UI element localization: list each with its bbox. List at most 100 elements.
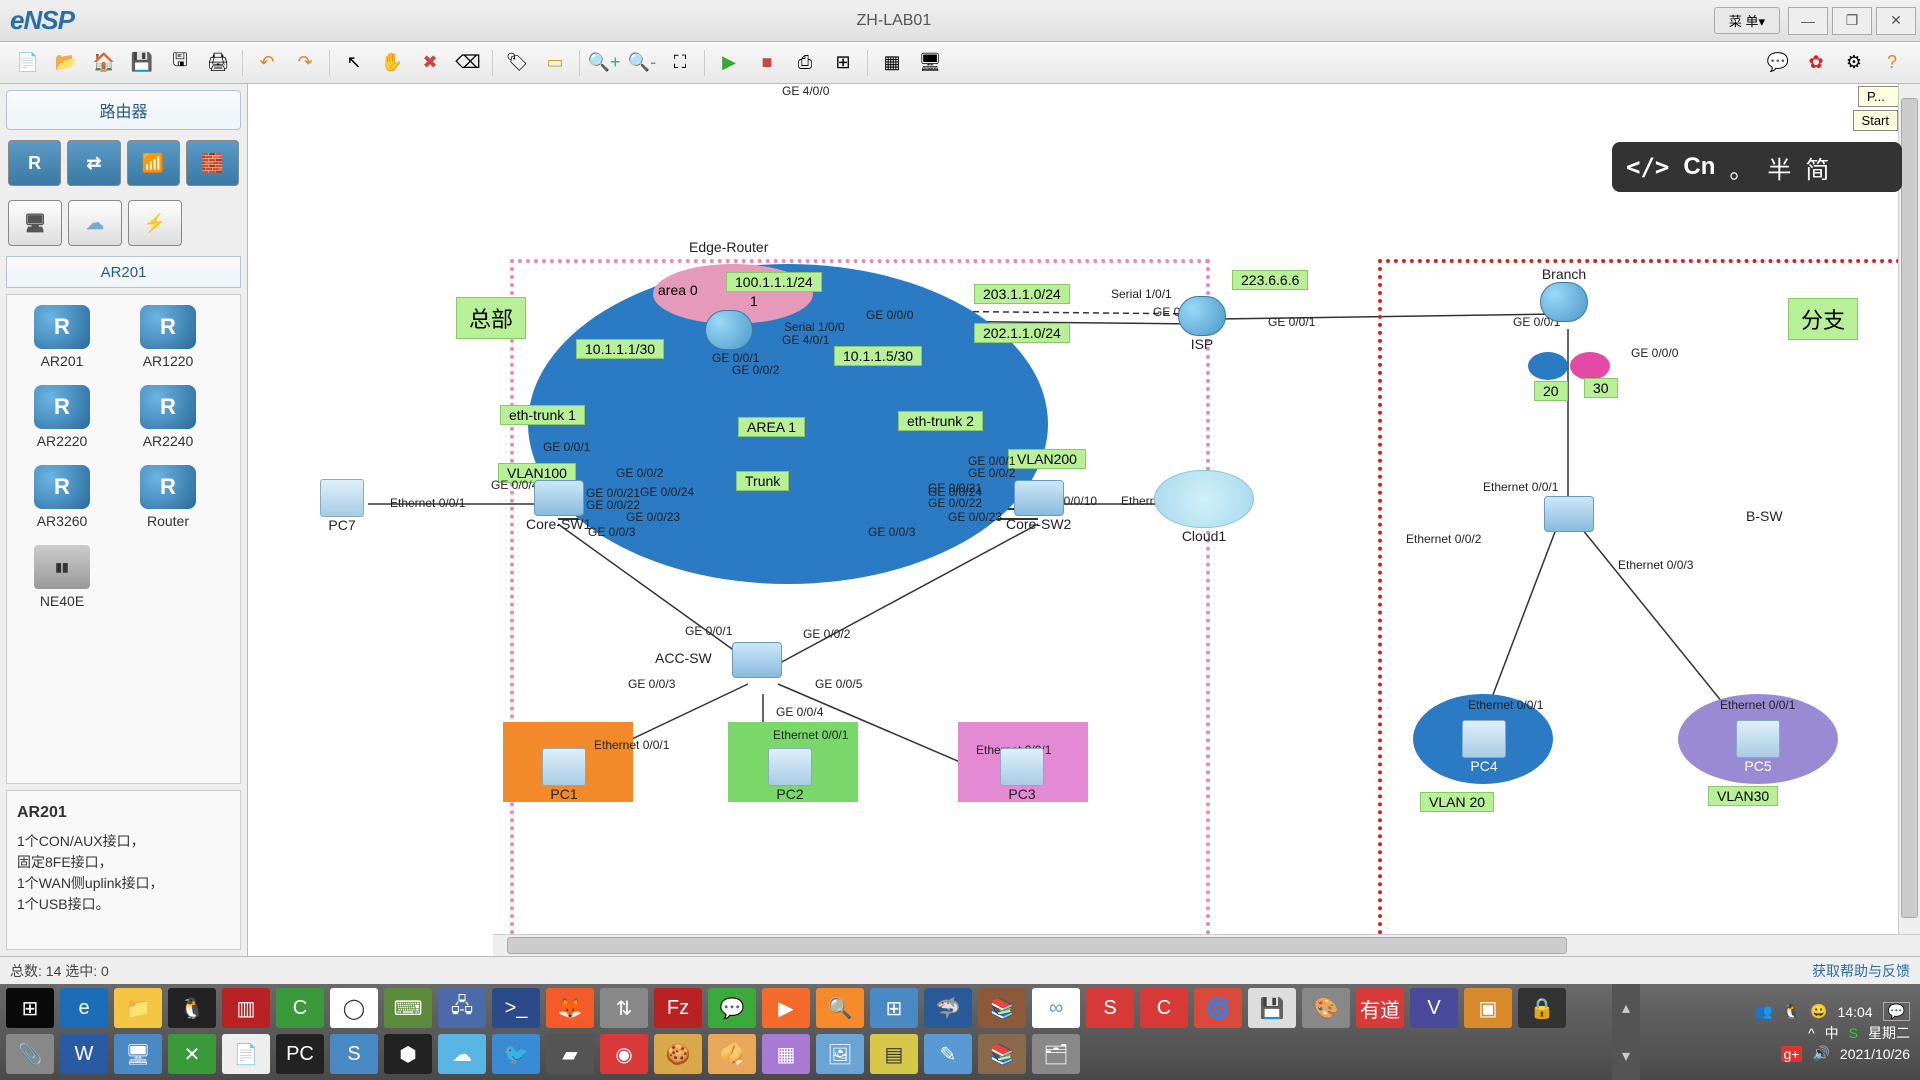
select-tool[interactable]: ↖	[336, 47, 372, 79]
device-item[interactable]: RAR201	[17, 305, 107, 369]
calc-icon[interactable]: ▤	[870, 1034, 918, 1074]
maximize-button[interactable]: ❐	[1832, 7, 1872, 35]
device-item[interactable]: RAR3260	[17, 465, 107, 529]
app-icon[interactable]: C	[1140, 988, 1188, 1028]
text-tool[interactable]: 🏷	[499, 47, 535, 79]
horizontal-scrollbar[interactable]	[493, 934, 1920, 956]
app-icon[interactable]: 🖼	[816, 1034, 864, 1074]
cloud-icon[interactable]: ☁	[438, 1034, 486, 1074]
isp-node[interactable]: ISP	[1178, 296, 1226, 352]
cat-wlan-icon[interactable]: 📶	[127, 140, 180, 186]
stop-button[interactable]: ■	[749, 47, 785, 79]
app-icon[interactable]: ✎	[924, 1034, 972, 1074]
app-icon[interactable]: 🗂	[1032, 1034, 1080, 1074]
display-button[interactable]: 🖥	[912, 47, 948, 79]
start-button[interactable]: ▶	[711, 47, 747, 79]
fit-button[interactable]: ⛶	[662, 47, 698, 79]
app-icon[interactable]: 🎨	[1302, 988, 1350, 1028]
xshell-icon[interactable]: ⌨	[384, 988, 432, 1028]
ime-bar[interactable]: </> Cn 。 半 简	[1612, 142, 1902, 192]
device-item[interactable]: ▮▮NE40E	[17, 545, 107, 609]
pc2-node[interactable]: PC2	[768, 748, 812, 802]
app-icon[interactable]: 💾	[1248, 988, 1296, 1028]
cat-firewall-icon[interactable]: 🧱	[186, 140, 239, 186]
securecrt-icon[interactable]: 🖧	[438, 988, 486, 1028]
zoom-out-button[interactable]: 🔍-	[624, 47, 660, 79]
app-icon[interactable]: 🌀	[1194, 988, 1242, 1028]
app-icon[interactable]: ⬢	[384, 1034, 432, 1074]
app-icon[interactable]: ▥	[222, 988, 270, 1028]
core-sw2-node[interactable]: Core-SW2	[1006, 480, 1071, 532]
cat-router-icon[interactable]: R	[8, 140, 61, 186]
help-button[interactable]: ?	[1874, 47, 1910, 79]
zoom-in-button[interactable]: 🔍+	[586, 47, 622, 79]
delete-all-button[interactable]: ⌫	[450, 47, 486, 79]
pc3-node[interactable]: PC3	[1000, 748, 1044, 802]
volume-icon[interactable]: 🔊	[1812, 1045, 1829, 1062]
device-item[interactable]: RAR1220	[123, 305, 213, 369]
firefox-icon[interactable]: 🦊	[546, 988, 594, 1028]
vertical-scrollbar[interactable]	[1898, 84, 1920, 934]
redo-button[interactable]: ↷	[287, 47, 323, 79]
tray-icon[interactable]: 👥	[1755, 1003, 1772, 1020]
taskbar-down-button[interactable]: ▾	[1612, 1032, 1640, 1080]
ime-indicator[interactable]: 中	[1825, 1023, 1839, 1043]
app-icon[interactable]: 📎	[6, 1034, 54, 1074]
taskbar-up-button[interactable]: ▴	[1612, 984, 1640, 1032]
arrange-button[interactable]: ⊞	[825, 47, 861, 79]
edge-router-node[interactable]: Edge-Router	[689, 239, 768, 295]
ime-simp[interactable]: 简	[1805, 150, 1829, 185]
settings-button[interactable]: ⚙	[1836, 47, 1872, 79]
visio-icon[interactable]: V	[1410, 988, 1458, 1028]
vmware-icon[interactable]: ▣	[1464, 988, 1512, 1028]
tray-icon[interactable]: 🐧	[1783, 1003, 1800, 1020]
file-explorer-icon[interactable]: 📁	[114, 988, 162, 1028]
close-button[interactable]: ✕	[1876, 7, 1916, 35]
app-icon[interactable]: 📄	[222, 1034, 270, 1074]
tray-icon[interactable]: S	[1849, 1025, 1858, 1041]
word-icon[interactable]: W	[60, 1034, 108, 1074]
help-link[interactable]: 获取帮助与反馈	[1812, 961, 1910, 981]
b-sw-node[interactable]	[1544, 496, 1594, 532]
app-icon[interactable]: 🥠	[708, 1034, 756, 1074]
wireshark-icon[interactable]: 🦈	[924, 988, 972, 1028]
filezilla-icon[interactable]: Fz	[654, 988, 702, 1028]
ime-half[interactable]: 半	[1767, 150, 1791, 185]
app-icon[interactable]: 🍪	[654, 1034, 702, 1074]
cat-pc-icon[interactable]: 🖥	[8, 200, 62, 246]
qq-icon[interactable]: 🐧	[168, 988, 216, 1028]
cloud1-node[interactable]: Cloud1	[1154, 470, 1254, 544]
device-item[interactable]: RAR2220	[17, 385, 107, 449]
ensp-icon[interactable]: ⊞	[870, 988, 918, 1028]
grid-button[interactable]: ▦	[874, 47, 910, 79]
winscp-icon[interactable]: ⇅	[600, 988, 648, 1028]
calibre-icon[interactable]: 📚	[978, 988, 1026, 1028]
clock-time[interactable]: 14:04	[1838, 1004, 1873, 1020]
delete-button[interactable]: ✖	[412, 47, 448, 79]
capture-button[interactable]: ⎙	[787, 47, 823, 79]
print-button[interactable]: 🖨	[200, 47, 236, 79]
branch-router-node[interactable]: Branch	[1540, 266, 1588, 322]
netease-icon[interactable]: ◉	[600, 1034, 648, 1074]
edge-icon[interactable]: e	[60, 988, 108, 1028]
save-as-button[interactable]: 🖫	[162, 47, 198, 79]
pc4-node[interactable]: PC4	[1462, 720, 1506, 774]
ime-punct[interactable]: 。	[1729, 150, 1753, 185]
app-icon[interactable]: S	[330, 1034, 378, 1074]
acc-sw-node[interactable]	[732, 642, 782, 678]
note-tool[interactable]: ▭	[537, 47, 573, 79]
ime-lang[interactable]: Cn	[1683, 153, 1715, 181]
lock-icon[interactable]: 🔒	[1518, 988, 1566, 1028]
menu-button[interactable]: 菜 单▾	[1714, 7, 1780, 34]
pycharm-icon[interactable]: PC	[276, 1034, 324, 1074]
pan-tool[interactable]: ✋	[374, 47, 410, 79]
undo-button[interactable]: ↶	[249, 47, 285, 79]
chat-button[interactable]: 💬	[1760, 47, 1796, 79]
cat-cloud-icon[interactable]: ☁	[68, 200, 122, 246]
powershell-icon[interactable]: >_	[492, 988, 540, 1028]
app-icon[interactable]: ▶	[762, 988, 810, 1028]
cat-switch-icon[interactable]: ⇄	[67, 140, 120, 186]
open-button[interactable]: 📂	[48, 47, 84, 79]
sougou-icon[interactable]: S	[1086, 988, 1134, 1028]
rdp-icon[interactable]: 🖥	[114, 1034, 162, 1074]
